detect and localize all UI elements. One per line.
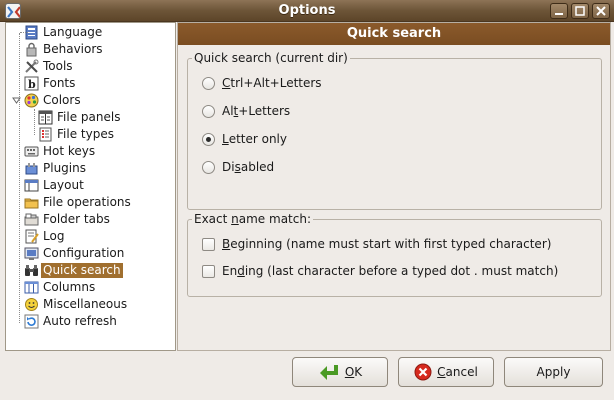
tree-item-behaviors[interactable]: Behaviors [14,41,105,58]
tree-item-auto-refresh[interactable]: Auto refresh [14,313,119,330]
tree-item-log[interactable]: Log [14,228,66,245]
apply-button[interactable]: Apply [504,357,603,387]
minimize-button[interactable] [550,3,568,19]
layout-icon [24,178,39,193]
tree-item-miscellaneous[interactable]: Miscellaneous [14,296,129,313]
tools-icon [24,59,39,74]
expander-chevron-down-icon[interactable] [8,96,24,105]
tree-item-folder-tabs[interactable]: Folder tabs [14,211,112,228]
radio-button[interactable] [202,160,215,174]
tree-item-quick-search[interactable]: Quick search [14,262,123,279]
checkbox[interactable] [202,264,215,278]
tree-item-layout[interactable]: Layout [14,177,86,194]
tree-item-tools[interactable]: Tools [14,58,75,75]
log-icon [24,229,39,244]
configuration-icon [24,246,39,261]
exact-name-match-group: Exact name match: Beginning (name must s… [187,212,602,297]
file-panels-icon [38,110,53,125]
folder-tabs-icon [24,212,39,227]
checkbox[interactable] [202,237,215,251]
group-legend-quick-search: Quick search (current dir) [192,51,350,65]
checkbox-beginning[interactable]: Beginning (name must start with first ty… [202,237,551,251]
tree-item-configuration[interactable]: Configuration [14,245,126,262]
panel-header: Quick search [178,23,610,45]
title-bar[interactable]: Options [0,0,614,22]
ok-button[interactable]: OK [292,357,388,387]
settings-panel: Quick search Quick search (current dir) … [177,22,611,351]
checkbox-ending[interactable]: En d ing (last character before a typed do… [202,264,558,278]
tree-item-fonts[interactable]: b Fonts [14,75,77,92]
radio-alt-letters[interactable]: Al t +Letters [202,104,290,118]
cancel-button[interactable]: Cancel [398,357,494,387]
radio-ctrl-alt-letters[interactable]: Ctrl+Alt+Letters [202,76,322,90]
svg-text:b: b [28,78,36,91]
tree-item-columns[interactable]: Columns [14,279,97,296]
radio-letter-only[interactable]: Letter only [202,132,287,146]
file-operations-icon [24,195,39,210]
tree-item-language[interactable]: Language [14,24,104,41]
cancel-icon [414,363,432,381]
close-button[interactable] [592,3,610,19]
maximize-icon [575,6,585,16]
tree-item-colors[interactable]: Colors [8,92,83,109]
close-icon [596,6,606,16]
keyboard-icon [24,144,39,159]
binoculars-icon [24,263,39,278]
plugin-icon [24,161,39,176]
group-legend-exact-name-match: Exact name match: [192,212,313,226]
miscellaneous-icon [24,297,39,312]
options-tree[interactable]: Language Behaviors Tools b Fonts Colors [5,22,176,351]
tree-item-file-types[interactable]: File types [38,126,116,143]
window-title: Options [278,3,336,18]
tree-item-plugins[interactable]: Plugins [14,160,88,177]
lock-icon [24,42,39,57]
radio-button[interactable] [202,76,215,90]
minimize-icon [555,13,563,15]
tree-item-file-panels[interactable]: File panels [38,109,122,126]
ok-arrow-icon [318,363,340,381]
file-types-icon [38,127,53,142]
font-icon: b [24,76,39,91]
palette-icon [24,93,39,108]
radio-disabled[interactable]: Di s abled [202,160,274,174]
maximize-button[interactable] [571,3,589,19]
tree-item-file-operations[interactable]: File operations [14,194,133,211]
radio-button[interactable] [202,104,215,118]
tree-item-hot-keys[interactable]: Hot keys [14,143,97,160]
columns-icon [24,280,39,295]
refresh-icon [24,314,39,329]
quick-search-group: Quick search (current dir) Ctrl+Alt+Lett… [187,51,602,210]
radio-button-checked[interactable] [202,132,215,146]
